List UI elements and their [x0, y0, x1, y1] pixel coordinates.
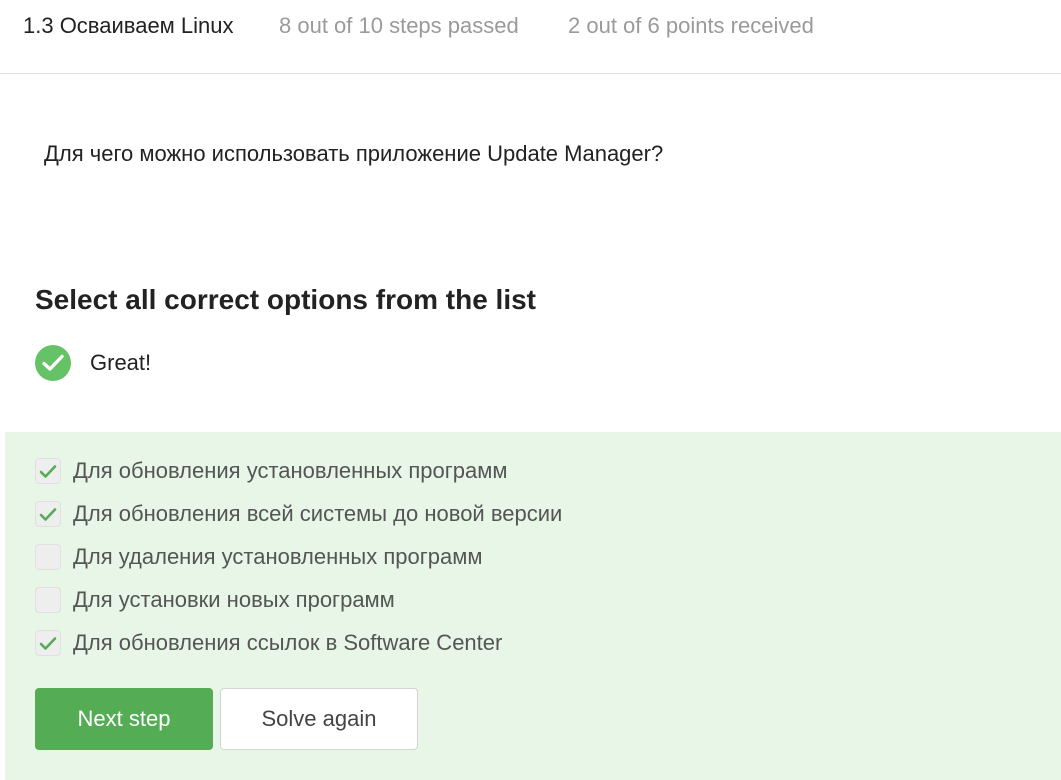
option-item[interactable]: Для обновления установленных программ: [35, 456, 508, 486]
solve-again-button[interactable]: Solve again: [220, 688, 418, 750]
checkmark-icon: [39, 464, 57, 478]
option-item[interactable]: Для обновления ссылок в Software Center: [35, 628, 502, 658]
checkbox[interactable]: [35, 630, 61, 656]
question-text: Для чего можно использовать приложение U…: [44, 141, 664, 166]
checkmark-icon: [39, 636, 57, 650]
feedback-message: Great!: [35, 345, 151, 381]
checkmark-icon: [39, 507, 57, 521]
checkbox[interactable]: [35, 587, 61, 613]
lesson-title[interactable]: 1.3 Осваиваем Linux: [23, 13, 234, 39]
option-item[interactable]: Для установки новых программ: [35, 585, 395, 615]
option-label: Для обновления установленных программ: [73, 458, 508, 483]
steps-progress: 8 out of 10 steps passed: [279, 13, 519, 38]
check-circle-icon: [35, 345, 71, 381]
feedback-label: Great!: [90, 350, 152, 375]
points-progress: 2 out of 6 points received: [568, 13, 814, 38]
option-label: Для обновления ссылок в Software Center: [73, 630, 503, 655]
option-label: Для установки новых программ: [73, 587, 395, 612]
option-label: Для удаления установленных программ: [73, 544, 483, 569]
option-label: Для обновления всей системы до новой вер…: [73, 501, 563, 526]
lesson-header: 1.3 Осваиваем Linux 8 out of 10 steps pa…: [0, 0, 1061, 74]
checkbox[interactable]: [35, 544, 61, 570]
options-panel: Для обновления установленных программ Дл…: [5, 432, 1061, 780]
checkbox[interactable]: [35, 501, 61, 527]
next-step-button[interactable]: Next step: [35, 688, 213, 750]
quiz-instruction: Select all correct options from the list: [35, 284, 537, 315]
checkbox[interactable]: [35, 458, 61, 484]
option-item[interactable]: Для обновления всей системы до новой вер…: [35, 499, 562, 529]
option-item[interactable]: Для удаления установленных программ: [35, 542, 482, 572]
